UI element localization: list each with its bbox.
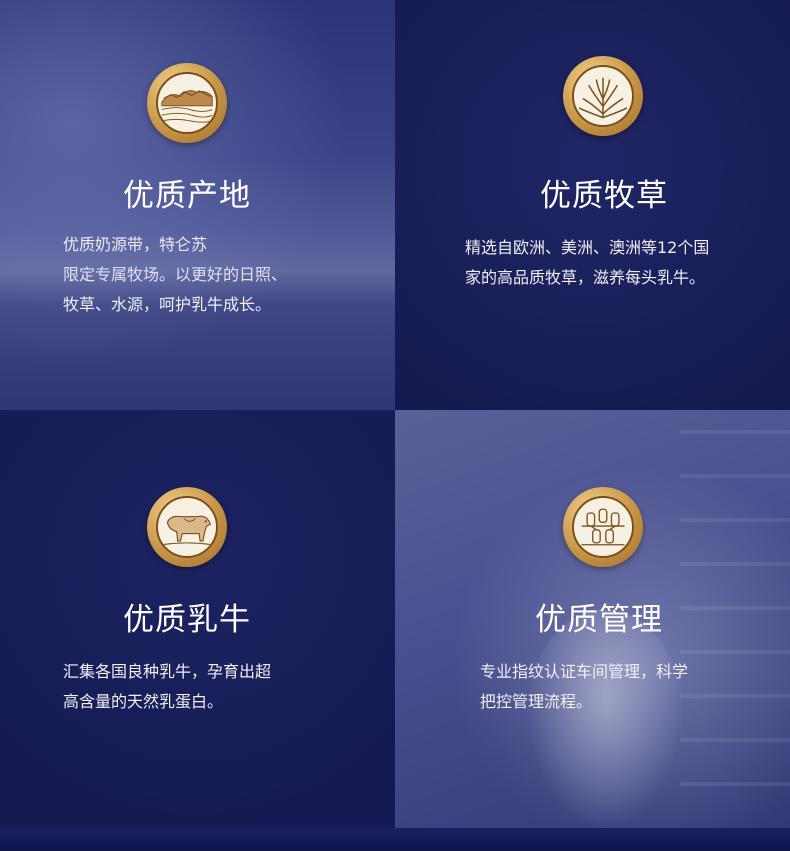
grass-icon bbox=[578, 77, 628, 119]
description-line: 优质奶源带，特仑苏 bbox=[63, 235, 208, 254]
pipeline-emblem bbox=[563, 487, 643, 567]
description-line: 汇集各国良种乳牛，孕育出超 bbox=[63, 662, 272, 681]
description-line: 高含量的天然乳蛋白。 bbox=[63, 692, 224, 711]
bottom-divider-strip bbox=[0, 828, 790, 851]
cow-emblem bbox=[147, 487, 227, 567]
feature-title: 优质产地 bbox=[123, 178, 251, 214]
description-line: 把控管理流程。 bbox=[480, 692, 593, 711]
description-line: 牧草、水源，呵护乳牛成长。 bbox=[63, 295, 272, 314]
description-line: 家的高品质牧草，滋养每头乳牛。 bbox=[465, 268, 706, 287]
feature-title: 优质牧草 bbox=[540, 178, 668, 214]
pipeline-icon bbox=[581, 508, 625, 546]
feature-title: 优质乳牛 bbox=[123, 602, 251, 638]
landscape-icon bbox=[161, 90, 213, 123]
description-line: 精选自欧洲、美洲、澳洲等12个国 bbox=[465, 238, 710, 257]
feature-origin: 优质产地 优质奶源带，特仑苏 限定专属牧场。以更好的日照、 牧草、水源，呵护乳牛… bbox=[0, 0, 395, 410]
feature-management: 优质管理 专业指纹认证车间管理，科学 把控管理流程。 bbox=[395, 410, 790, 828]
origin-emblem bbox=[147, 63, 227, 143]
feature-description: 专业指纹认证车间管理，科学 把控管理流程。 bbox=[480, 657, 688, 717]
feature-description: 汇集各国良种乳牛，孕育出超 高含量的天然乳蛋白。 bbox=[63, 657, 271, 717]
cow-icon bbox=[161, 515, 213, 546]
feature-description: 精选自欧洲、美洲、澳洲等12个国 家的高品质牧草，滋养每头乳牛。 bbox=[465, 233, 709, 293]
description-line: 限定专属牧场。以更好的日照、 bbox=[63, 265, 288, 284]
feature-cow: 优质乳牛 汇集各国良种乳牛，孕育出超 高含量的天然乳蛋白。 bbox=[0, 410, 395, 828]
grass-emblem bbox=[563, 56, 643, 136]
feature-description: 优质奶源带，特仑苏 限定专属牧场。以更好的日照、 牧草、水源，呵护乳牛成长。 bbox=[63, 230, 287, 320]
description-line: 专业指纹认证车间管理，科学 bbox=[480, 662, 689, 681]
feature-grass: 优质牧草 精选自欧洲、美洲、澳洲等12个国 家的高品质牧草，滋养每头乳牛。 bbox=[395, 0, 790, 410]
shelf-background bbox=[680, 430, 790, 810]
worker-figure bbox=[525, 610, 685, 828]
feature-page: 优质产地 优质奶源带，特仑苏 限定专属牧场。以更好的日照、 牧草、水源，呵护乳牛… bbox=[0, 0, 790, 851]
feature-title: 优质管理 bbox=[535, 602, 663, 638]
